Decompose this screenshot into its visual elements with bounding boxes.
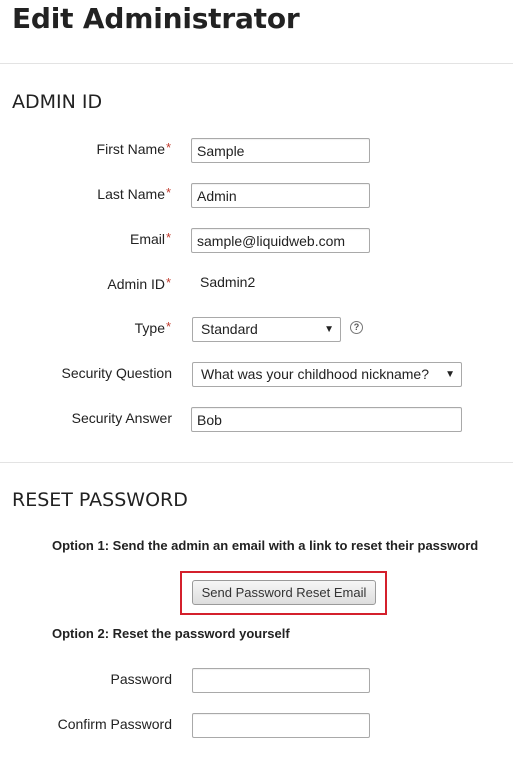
admin-id-required-marker: * <box>166 275 172 290</box>
email-required-marker: * <box>166 230 172 245</box>
chevron-down-icon: ▼ <box>445 369 455 380</box>
password-input[interactable] <box>192 668 370 693</box>
security-question-selected-value: What was your childhood nickname? <box>201 366 430 382</box>
confirm-password-input[interactable] <box>192 713 370 738</box>
security-answer-label: Security Answer <box>71 410 172 426</box>
option-1-text: Option 1: Send the admin an email with a… <box>52 538 479 553</box>
last-name-label: Last Name <box>97 186 165 202</box>
admin-id-label: Admin ID <box>107 276 165 292</box>
reset-password-heading: RESET PASSWORD <box>12 489 188 511</box>
page-title: Edit Administrator <box>12 2 300 35</box>
security-answer-input[interactable] <box>191 407 462 432</box>
type-label: Type <box>134 320 165 336</box>
email-input[interactable] <box>191 228 370 253</box>
last-name-input[interactable] <box>191 183 370 208</box>
option-2-text: Option 2: Reset the password yourself <box>52 626 290 641</box>
title-divider <box>0 63 513 64</box>
security-question-select[interactable]: What was your childhood nickname? ▼ <box>192 362 462 387</box>
first-name-input[interactable] <box>191 138 370 163</box>
confirm-password-label: Confirm Password <box>57 716 172 732</box>
type-required-marker: * <box>166 319 172 334</box>
last-name-required-marker: * <box>166 185 172 200</box>
chevron-down-icon: ▼ <box>324 324 334 335</box>
section-divider <box>0 462 513 463</box>
send-password-reset-email-button[interactable]: Send Password Reset Email <box>192 580 376 605</box>
admin-id-value: Sadmin2 <box>200 274 256 290</box>
password-label: Password <box>110 671 172 687</box>
type-selected-value: Standard <box>201 321 258 337</box>
email-label: Email <box>129 231 165 247</box>
question-circle-icon[interactable]: ? <box>350 321 363 334</box>
security-question-label: Security Question <box>61 365 173 381</box>
admin-id-heading: ADMIN ID <box>12 91 103 113</box>
type-select[interactable]: Standard ▼ <box>192 317 341 342</box>
first-name-required-marker: * <box>166 140 172 155</box>
first-name-label: First Name <box>96 141 165 157</box>
edit-administrator-page: Edit Administrator ADMIN ID First Name *… <box>0 0 513 758</box>
